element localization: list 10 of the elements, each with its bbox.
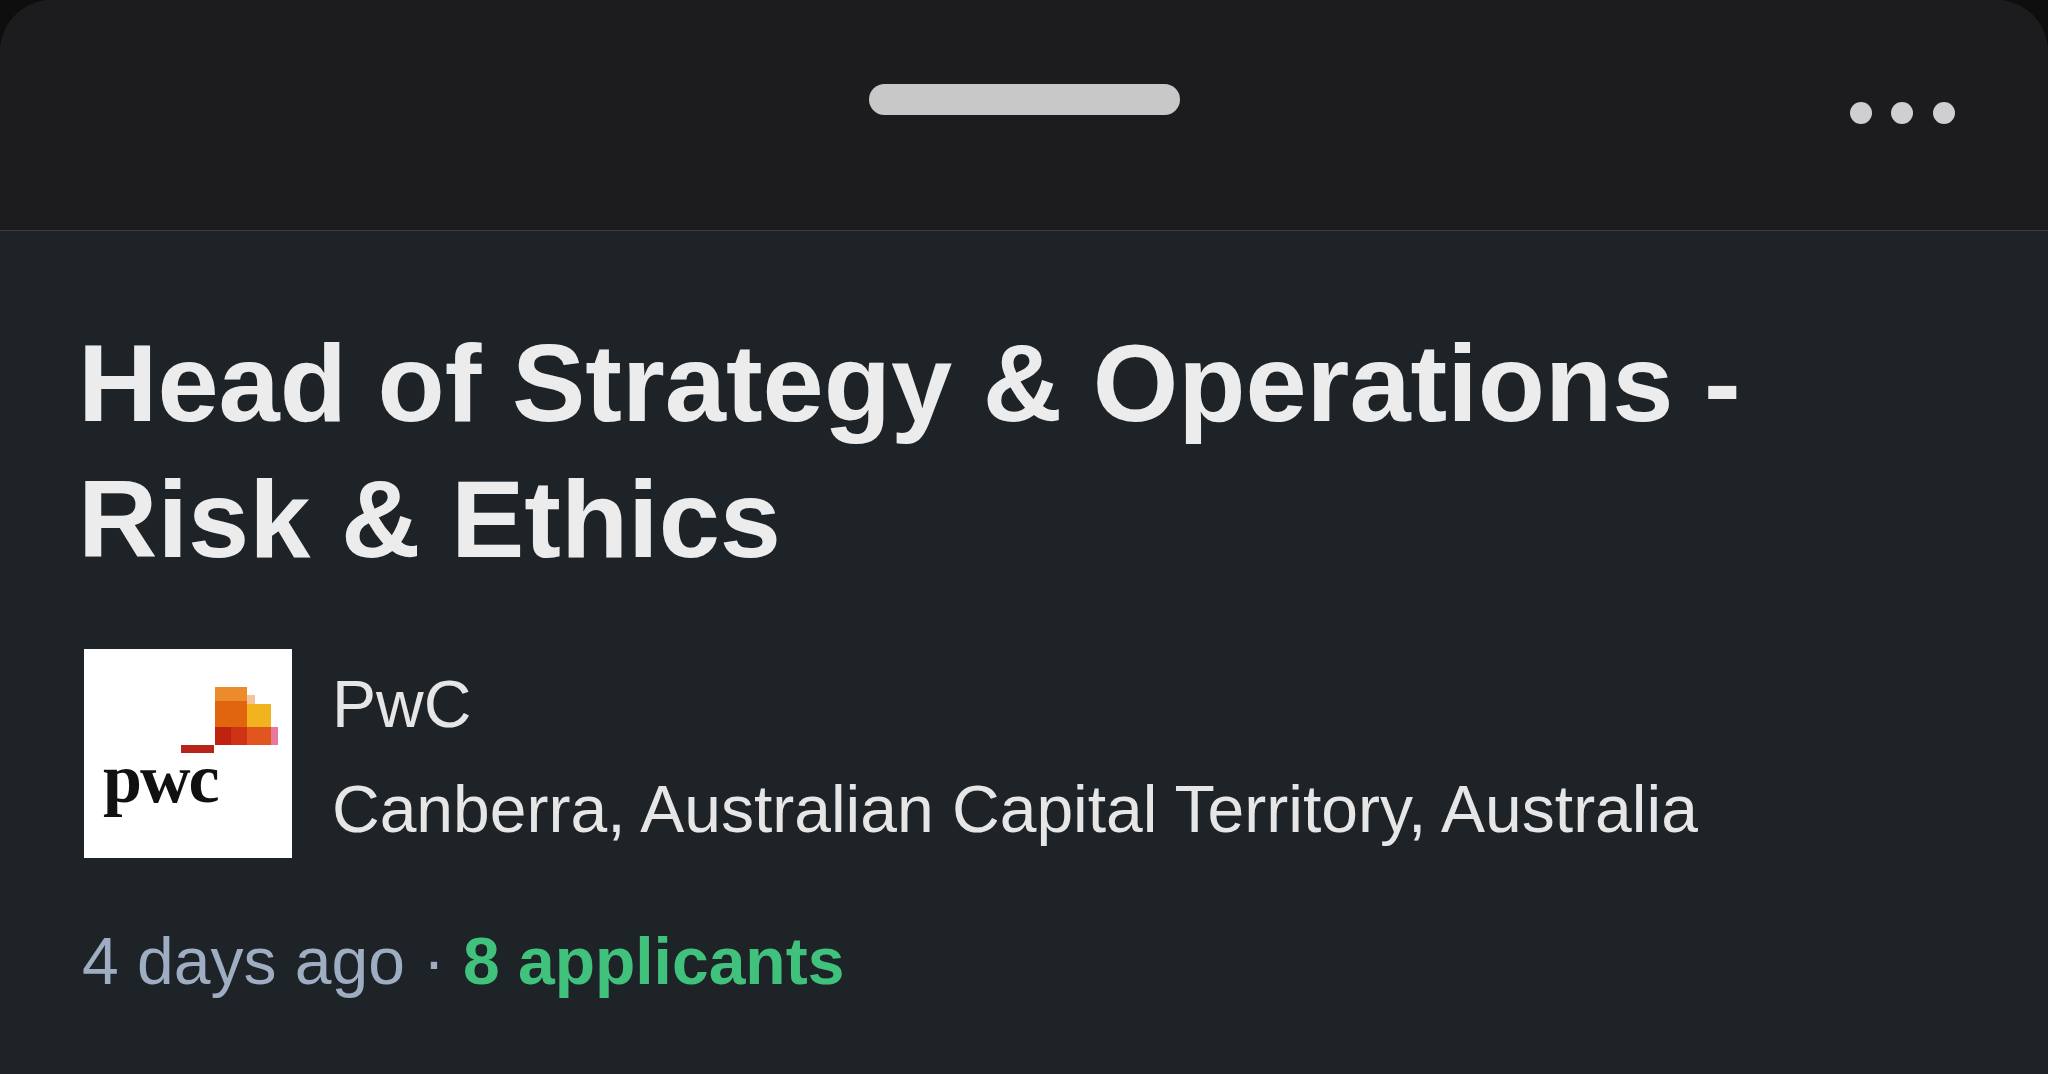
separator: · <box>422 923 445 1000</box>
more-button[interactable] <box>1850 102 1955 124</box>
stacked-blocks-icon <box>181 687 278 753</box>
drag-handle[interactable] <box>868 84 1180 115</box>
job-title: Head of Strategy & Operations - Risk & Ethics <box>78 320 1742 582</box>
job-location: Canberra, Australian Capital Territory, Australia <box>332 771 1698 848</box>
posted-time: 4 days ago <box>82 923 405 1000</box>
applicant-count: 8 applicants <box>462 923 845 1000</box>
more-icon <box>1850 102 1955 124</box>
company-name: PwC <box>332 666 473 743</box>
